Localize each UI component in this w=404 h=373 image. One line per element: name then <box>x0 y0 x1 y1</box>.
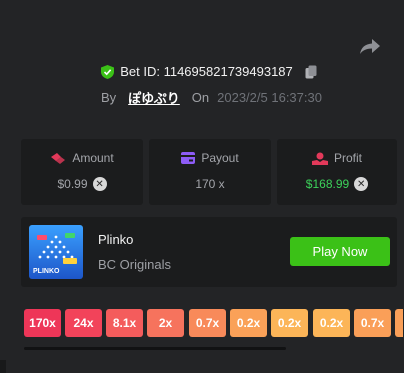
amount-label: Amount <box>72 151 114 165</box>
username-link[interactable]: ぽゆぷり <box>128 88 180 107</box>
multiplier-tile: 0.7x <box>189 309 226 337</box>
on-label: On <box>191 90 210 105</box>
play-now-button[interactable]: Play Now <box>290 237 390 266</box>
copy-icon[interactable] <box>305 65 317 79</box>
bet-id: Bet ID: 114695821739493187 <box>120 64 293 79</box>
game-card: PLINKO Plinko BC Originals Play Now <box>21 217 397 287</box>
payout-label: Payout <box>201 151 239 165</box>
amount-icon <box>51 152 66 164</box>
payout-card: Payout 170 x <box>149 139 271 205</box>
multiplier-tile: 0.7x <box>354 309 391 337</box>
thumbnail-title: PLINKO <box>33 268 60 275</box>
verified-shield-icon <box>101 64 115 79</box>
multiplier-tile: 8.1x <box>106 309 143 337</box>
multiplier-tile: 0.2x <box>313 309 350 337</box>
bet-meta-row: By ぽゆぷり On 2023/2/5 16:37:30 <box>101 88 322 107</box>
multiplier-tile: 0.2x <box>230 309 267 337</box>
multiplier-tile: 24x <box>65 309 102 337</box>
coin-icon: ✕ <box>92 177 107 191</box>
game-name[interactable]: Plinko <box>98 232 133 247</box>
multiplier-tile: 2x <box>147 309 184 337</box>
bet-datetime: 2023/2/5 16:37:30 <box>217 90 322 105</box>
multiplier-tile: 0.2x <box>271 309 308 337</box>
payout-icon <box>181 152 196 164</box>
plinko-thumbnail[interactable]: PLINKO <box>29 225 83 279</box>
multiplier-tile-partial <box>395 309 403 337</box>
horizontal-scrollbar[interactable] <box>24 347 286 350</box>
multiplier-tile: 170x <box>24 309 61 337</box>
bottom-edge-element <box>0 360 6 373</box>
profit-value: $168.99 <box>305 177 350 191</box>
profit-label: Profit <box>333 151 362 165</box>
amount-card: Amount $0.99 ✕ <box>21 139 143 205</box>
profit-card: Profit $168.99 ✕ <box>277 139 397 205</box>
multiplier-strip[interactable]: 170x 24x 8.1x 2x 0.7x 0.2x 0.2x 0.2x 0.7… <box>24 309 404 337</box>
payout-value: 170 x <box>195 177 225 191</box>
by-label: By <box>101 90 117 105</box>
coin-icon: ✕ <box>354 177 369 191</box>
bet-id-row: Bet ID: 114695821739493187 <box>0 64 404 82</box>
amount-value: $0.99 <box>57 177 88 191</box>
game-provider: BC Originals <box>98 257 171 272</box>
share-icon[interactable] <box>359 36 381 56</box>
profit-icon <box>311 152 328 165</box>
